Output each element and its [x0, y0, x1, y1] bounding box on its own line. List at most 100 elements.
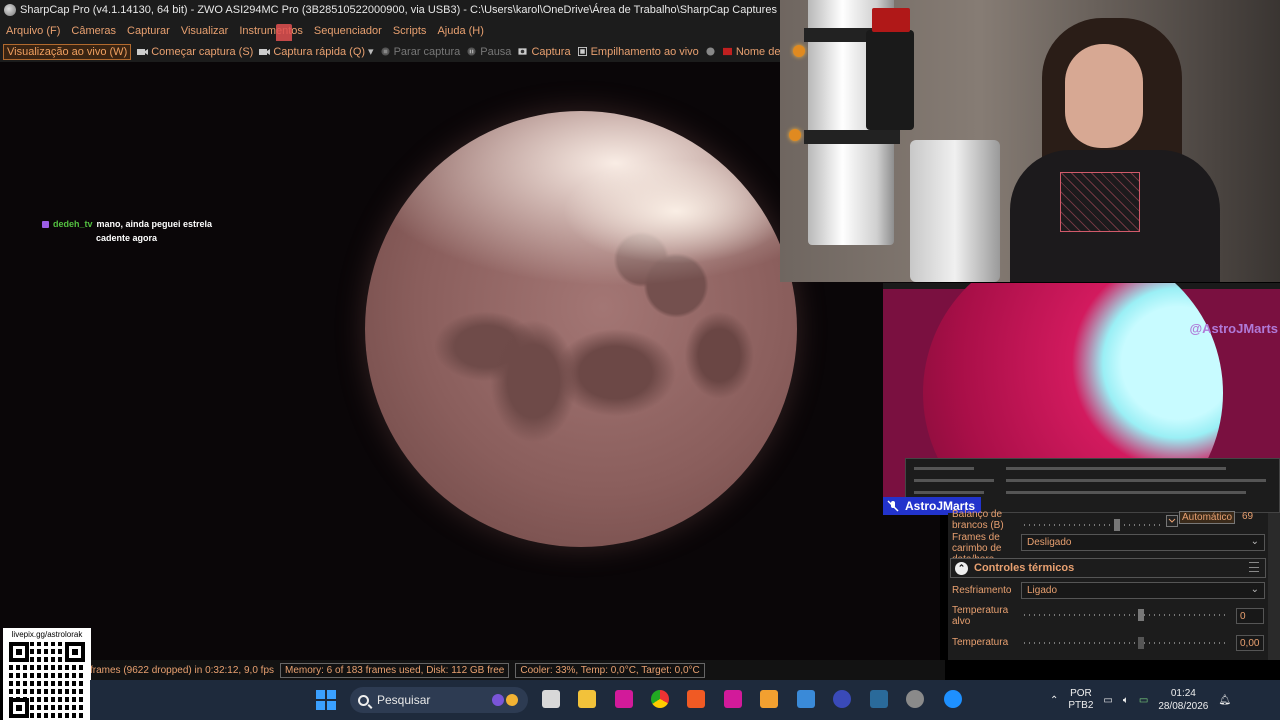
app-orange-icon[interactable]	[760, 690, 778, 708]
clock[interactable]: 01:24 28/08/2026	[1158, 687, 1208, 713]
language-indicator[interactable]: POR PTB2	[1068, 688, 1093, 712]
white-balance-value: 69	[1242, 511, 1254, 522]
target-temp-slider[interactable]	[1024, 609, 1229, 621]
app-pink-icon[interactable]	[615, 690, 633, 708]
screen2-watermark: @AstroJMarts	[1189, 321, 1278, 336]
temperature-label: Temperatura	[952, 637, 1009, 648]
record-toggle[interactable]	[705, 47, 716, 56]
app-pink-2-icon[interactable]	[724, 690, 742, 708]
pause-button[interactable]: Pausa	[466, 46, 511, 58]
notification-bell-icon[interactable]: 🔔︎	[1218, 695, 1231, 706]
app-blue-icon[interactable]	[870, 690, 888, 708]
sharpcap-app-icon	[4, 4, 16, 16]
camera-control-panel: Balanço de brancos (B) Automático 69 Fra…	[948, 509, 1280, 660]
menu-tools[interactable]: Instrumentos	[239, 25, 303, 37]
streamer-face	[1065, 44, 1143, 148]
chevron-down-icon[interactable]: ▾	[368, 45, 374, 58]
record-dot-icon	[706, 47, 715, 56]
panel-scrollbar[interactable]	[1268, 513, 1280, 660]
white-balance-slider[interactable]	[1024, 519, 1164, 531]
target-name-label: Nome de destino	[735, 45, 780, 58]
menu-sequencer[interactable]: Sequenciador	[314, 25, 382, 37]
menu-capture[interactable]: Capturar	[127, 25, 170, 37]
collapse-chevron-icon[interactable]: ⌃	[955, 561, 968, 575]
menu-help[interactable]: Ajuda (H)	[437, 25, 483, 37]
live-stack-button[interactable]: Empilhamento ao vivo	[577, 46, 699, 58]
target-temp-label: Temperatura alvo	[952, 605, 1009, 627]
timestamp-dropdown[interactable]: Desligado ⌄	[1021, 534, 1265, 551]
snapshot-button[interactable]: Captura	[517, 45, 571, 58]
pause-icon	[467, 47, 476, 56]
chat-text-line2: cadente agora	[96, 233, 158, 243]
chrome-icon[interactable]	[651, 690, 669, 708]
sharpcap-taskbar-icon[interactable]	[906, 690, 924, 708]
menu-scripts[interactable]: Scripts	[393, 25, 427, 37]
stellarium-icon[interactable]	[833, 690, 851, 708]
astro-camera	[866, 30, 914, 130]
webcam-feed	[780, 0, 1280, 282]
telescope-mount	[910, 140, 1000, 282]
language-code: POR	[1070, 688, 1092, 699]
moon-image	[365, 111, 797, 547]
white-balance-auto-button[interactable]: Automático	[1179, 511, 1235, 524]
app-compass-icon[interactable]	[944, 690, 962, 708]
windows-taskbar: Pesquisar ⌃ POR PTB2 ▭ 🔈︎ ▭ 01:24 28/08/…	[90, 680, 1280, 720]
thermal-controls-header[interactable]: ⌃ Controles térmicos	[950, 558, 1266, 578]
camera-red-body	[872, 8, 910, 32]
temperature-slider	[1024, 637, 1229, 649]
stop-capture-button[interactable]: Parar captura	[380, 46, 460, 58]
volume-icon[interactable]: 🔈︎	[1123, 695, 1129, 706]
mic-muted-icon	[887, 500, 899, 512]
start-capture-label: Começar captura (S)	[151, 45, 254, 58]
live-stack-label: Empilhamento ao vivo	[590, 45, 699, 58]
chevron-down-icon: ⌄	[1250, 536, 1259, 547]
windows-start-icon[interactable]	[316, 690, 336, 710]
live-view-button[interactable]: Visualização ao vivo (W)	[3, 43, 132, 60]
temperature-value: 0,00	[1236, 635, 1264, 651]
status-memory: Memory: 6 of 183 frames used, Disk: 112 …	[280, 662, 510, 678]
quick-capture-button[interactable]: Captura rápida (Q) ▾	[259, 45, 374, 58]
hamburger-menu-icon[interactable]	[1249, 562, 1259, 572]
second-screen-capture: @AstroJMarts	[883, 283, 1280, 513]
menu-cameras[interactable]: Câmeras	[71, 25, 116, 37]
qr-code	[9, 642, 85, 718]
battery-icon[interactable]: ▭	[1139, 695, 1148, 706]
chevron-down-icon[interactable]	[1166, 515, 1178, 527]
menu-bar: Arquivo (F) Câmeras Capturar Visualizar …	[0, 20, 780, 41]
camera-icon	[259, 49, 271, 55]
keyboard-layout: PTB2	[1068, 700, 1094, 711]
target-icon	[722, 47, 732, 56]
target-temp-input[interactable]: 0	[1236, 608, 1264, 624]
shirt-print	[1060, 172, 1140, 232]
stream-chat-message: dedeh_tv mano, ainda peguei estrela caden…	[42, 217, 222, 245]
donation-qr-card: livepix.gg/astrolorak	[3, 628, 91, 720]
photos-icon[interactable]	[797, 690, 815, 708]
clock-date: 28/08/2026	[1158, 701, 1209, 712]
search-icon	[358, 694, 369, 706]
brave-icon[interactable]	[687, 690, 705, 708]
status-cooler: Cooler: 33%, Temp: 0,0°C, Target: 0,0°C	[515, 662, 705, 678]
chat-text-line1: mano, ainda peguei estrela	[96, 219, 213, 229]
network-icon[interactable]: ▭	[1103, 695, 1112, 706]
cooling-dropdown[interactable]: Ligado ⌄	[1021, 582, 1265, 599]
window-title: SharpCap Pro (v4.1.14130, 64 bit) - ZWO …	[20, 4, 777, 16]
pause-label: Pausa	[480, 45, 512, 58]
timestamp-value: Desligado	[1027, 537, 1072, 548]
chevron-up-icon[interactable]: ⌃	[1050, 695, 1058, 706]
file-explorer-icon[interactable]	[578, 690, 596, 708]
quick-capture-label: Captura rápida (Q)	[273, 45, 366, 58]
cooling-label: Resfriamento	[952, 585, 1012, 596]
task-view-icon[interactable]	[542, 690, 560, 708]
menu-file[interactable]: Arquivo (F)	[6, 25, 60, 37]
target-name-button[interactable]: Nome de destino	[722, 46, 780, 58]
window-titlebar: SharpCap Pro (v4.1.14130, 64 bit) - ZWO …	[0, 0, 780, 20]
qr-label: livepix.gg/astrolorak	[11, 630, 83, 639]
led-light	[789, 129, 801, 141]
search-highlight-icon	[492, 694, 518, 706]
system-tray: ⌃ POR PTB2 ▭ 🔈︎ ▭ 01:24 28/08/2026 🔔︎	[1050, 684, 1231, 716]
start-capture-button[interactable]: Começar captura (S)	[137, 46, 253, 58]
snapshot-label: Captura	[531, 45, 571, 58]
menu-view[interactable]: Visualizar	[181, 25, 229, 37]
chat-username: dedeh_tv	[53, 219, 93, 229]
taskbar-search[interactable]: Pesquisar	[350, 687, 528, 713]
